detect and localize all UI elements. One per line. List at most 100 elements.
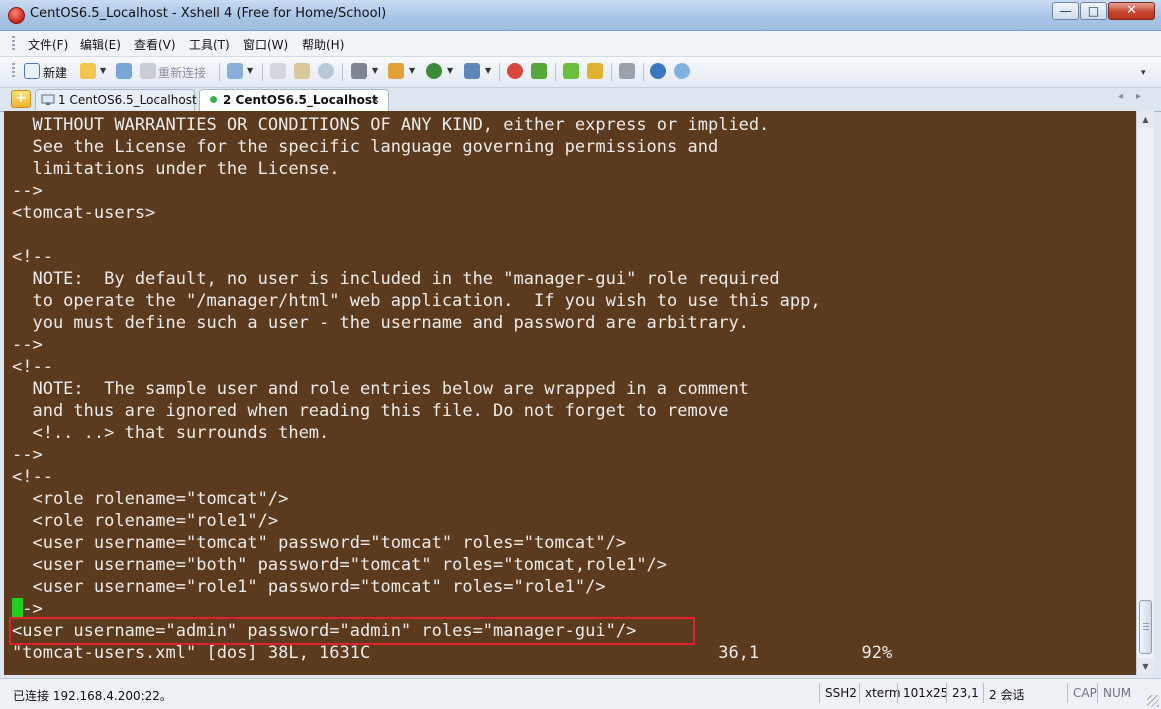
terminal-line: See the License for the specific languag…: [12, 137, 719, 157]
menu-edit[interactable]: 编辑(E): [80, 36, 121, 53]
grip-icon: [1143, 623, 1149, 631]
new-session-icon[interactable]: [24, 63, 40, 79]
tab-close-icon[interactable]: ×: [371, 93, 380, 106]
terminal-line: "tomcat-users.xml" [dos] 38L, 1631C 36,1…: [12, 643, 893, 663]
terminal-line: NOTE: The sample user and role entries b…: [12, 379, 749, 399]
menu-bar: 文件(F) 编辑(E) 查看(V) 工具(T) 窗口(W) 帮助(H): [0, 31, 1161, 57]
terminal-line: <!--: [12, 467, 53, 487]
properties-dropdown-icon[interactable]: ▼: [247, 66, 253, 75]
num-lock-text: NUM: [1103, 686, 1132, 700]
terminal-line: <!.. ..> that surrounds them.: [12, 423, 330, 443]
menu-window[interactable]: 窗口(W): [243, 36, 288, 53]
menu-grip-icon[interactable]: [12, 36, 15, 50]
new-tab-button[interactable]: +: [11, 90, 31, 108]
cursor-position-cell: 23,1: [946, 683, 983, 703]
close-icon: ✕: [1126, 3, 1137, 18]
menu-view[interactable]: 查看(V): [134, 36, 176, 53]
paste-icon[interactable]: [294, 63, 310, 79]
status-bar: 已连接 192.168.4.200:22。 SSH2 xterm 101x25 …: [0, 678, 1161, 709]
cursor-position-text: 23,1: [952, 686, 979, 700]
toolbar-grip-icon[interactable]: [12, 63, 15, 77]
lock-icon[interactable]: [587, 63, 603, 79]
terminal-text: WITHOUT WARRANTIES OR CONDITIONS OF ANY …: [12, 114, 892, 664]
terminal-viewport[interactable]: WITHOUT WARRANTIES OR CONDITIONS OF ANY …: [4, 111, 1136, 675]
terminal-line: and thus are ignored when reading this f…: [12, 401, 729, 421]
resize-grip-icon[interactable]: [1147, 695, 1159, 707]
scroll-down-icon[interactable]: ▼: [1137, 658, 1154, 675]
print-icon[interactable]: [351, 63, 367, 79]
terminal-line: -->: [12, 335, 43, 355]
maximize-icon: □: [1087, 4, 1100, 18]
toolbar-separator: [643, 63, 644, 81]
keyboard-icon[interactable]: [619, 63, 635, 79]
scrollbar-thumb[interactable]: [1139, 600, 1152, 654]
tab-session-2[interactable]: 2 CentOS6.5_Localhost ×: [199, 89, 389, 112]
transfer-dropdown-icon[interactable]: ▼: [409, 66, 415, 75]
terminal-line: <user username="both" password="tomcat" …: [12, 555, 668, 575]
open-dropdown-icon[interactable]: ▼: [100, 66, 106, 75]
terminal-line: WITHOUT WARRANTIES OR CONDITIONS OF ANY …: [12, 115, 770, 135]
globe-icon[interactable]: [426, 63, 442, 79]
maximize-button[interactable]: □: [1080, 2, 1107, 20]
xshell-app-icon[interactable]: [8, 7, 25, 24]
toolbar-overflow-icon[interactable]: ▾: [1141, 68, 1146, 78]
xagent-icon[interactable]: [531, 63, 547, 79]
terminal-line: <role rolename="role1"/>: [12, 511, 279, 531]
window-title: CentOS6.5_Localhost - Xshell 4 (Free for…: [30, 6, 387, 21]
menu-tools[interactable]: 工具(T): [189, 36, 230, 53]
terminal-line: to operate the "/manager/html" web appli…: [12, 291, 821, 311]
copy-icon[interactable]: [270, 63, 286, 79]
terminal-line: -->: [12, 445, 43, 465]
connection-status: 已连接 192.168.4.200:22。: [13, 689, 172, 703]
sessions-cell: 2 会话: [983, 683, 1065, 703]
caps-lock-text: CAP: [1073, 686, 1097, 700]
menu-file[interactable]: 文件(F): [28, 36, 68, 53]
tab-session-1[interactable]: 1 CentOS6.5_Localhost: [35, 89, 197, 110]
tab-scroll-right-icon[interactable]: ▸: [1136, 91, 1141, 102]
layout-icon[interactable]: [563, 63, 579, 79]
connect-icon[interactable]: [116, 63, 132, 79]
close-button[interactable]: ✕: [1108, 2, 1155, 20]
terminal-line: <user username="role1" password="tomcat"…: [12, 577, 606, 597]
terminal-line: <!--: [12, 357, 53, 377]
open-folder-icon[interactable]: [80, 63, 96, 79]
toolbar-separator: [219, 63, 220, 81]
toolbar: 新建 ▼ 重新连接 ▼ ▼ ▼ ▼ ▼ ▾: [0, 57, 1161, 88]
transfer-icon[interactable]: [388, 63, 404, 79]
protocol-text: SSH2: [825, 686, 857, 700]
globe-dropdown-icon[interactable]: ▼: [447, 66, 453, 75]
print-dropdown-icon[interactable]: ▼: [372, 66, 378, 75]
font-dropdown-icon[interactable]: ▼: [485, 66, 491, 75]
toolbar-separator: [555, 63, 556, 81]
terminal-type-cell: xterm: [859, 683, 901, 703]
terminal-line: you must define such a user - the userna…: [12, 313, 749, 333]
sessions-text: 2 会话: [989, 688, 1025, 702]
terminal-line: <!--: [12, 247, 53, 267]
tab-scroll-left-icon[interactable]: ◂: [1118, 91, 1123, 102]
size-cell: 101x25: [897, 683, 949, 703]
toolbar-separator: [499, 63, 500, 81]
terminal-type-text: xterm: [865, 686, 901, 700]
find-icon[interactable]: [318, 63, 334, 79]
terminal-line: <tomcat-users>: [12, 203, 156, 223]
protocol-cell: SSH2: [819, 683, 859, 703]
help-icon[interactable]: [650, 63, 666, 79]
menu-help[interactable]: 帮助(H): [302, 36, 344, 53]
font-icon[interactable]: [464, 63, 480, 79]
reconnect-button[interactable]: 重新连接: [158, 64, 206, 81]
xftp-icon[interactable]: [507, 63, 523, 79]
minimize-icon: —: [1059, 4, 1072, 18]
properties-icon[interactable]: [227, 63, 243, 79]
caps-lock-cell: CAP: [1067, 683, 1097, 703]
minimize-button[interactable]: —: [1052, 2, 1079, 20]
terminal-line: -->: [12, 181, 43, 201]
toolbar-separator: [262, 63, 263, 81]
terminal-scrollbar[interactable]: ▲ ▼: [1136, 111, 1154, 675]
monitor-icon: [41, 94, 55, 105]
chat-icon[interactable]: [674, 63, 690, 79]
terminal-line: limitations under the License.: [12, 159, 340, 179]
connected-status-icon: [210, 96, 217, 103]
scroll-up-icon[interactable]: ▲: [1137, 111, 1154, 128]
new-session-button[interactable]: 新建: [43, 64, 67, 81]
size-text: 101x25: [903, 686, 949, 700]
